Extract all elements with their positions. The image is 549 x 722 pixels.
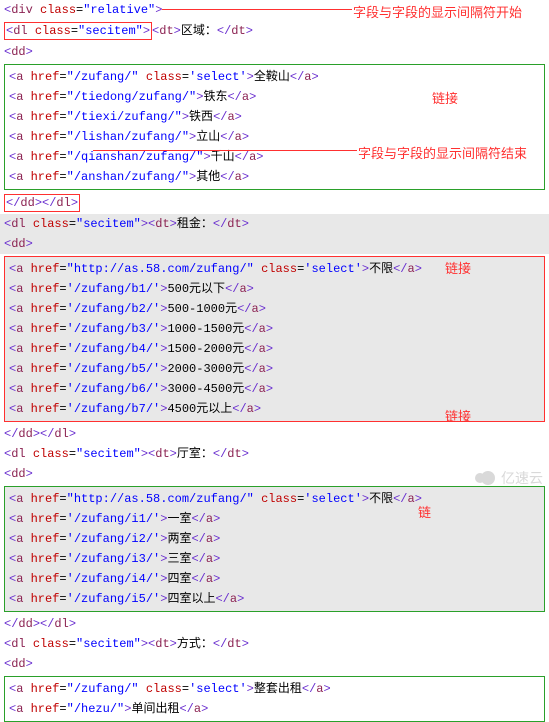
code-line: <a href="/tiexi/zufang/">铁西</a> [7,107,542,127]
watermark-text: 亿速云 [501,468,543,488]
code-line: <a href='/zufang/b2/'>500-1000元</a> [7,299,542,319]
code-line: <a href='/zufang/b1/'>500元以下</a> [7,279,542,299]
code-line: <a href='/zufang/i2/'>两室</a> [7,529,542,549]
code-line: <a href="/anshan/zufang/">其他</a> [7,167,542,187]
code-line: <a href="/hezu/">单间出租</a> [7,699,542,719]
code-line: <a href='/zufang/b6/'>3000-4500元</a> [7,379,542,399]
code-line: <a href="/zufang/" class='select'>全鞍山</a… [7,67,542,87]
code-line: <dl class="secitem"> <dt>区域：</dt> [0,20,549,42]
link-block-4: <a href="/zufang/" class='select'>整套出租</… [4,676,545,722]
code-line: <a href="http://as.58.com/zufang/" class… [7,489,542,509]
link-block-2: <a href="http://as.58.com/zufang/" class… [4,256,545,422]
code-line: <a href='/zufang/b4/'>1500-2000元</a> [7,339,542,359]
highlight-box: </dd></dl> [4,194,80,212]
code-line: <dl class="secitem"><dt>租金：</dt> [0,214,549,234]
code-line: <dd> [0,654,549,674]
code-line: <dl class="secitem"><dt>厅室：</dt> [0,444,549,464]
code-line: </dd></dl> [0,424,549,444]
link-block-3: <a href="http://as.58.com/zufang/" class… [4,486,545,612]
watermark: 亿速云 [475,468,543,488]
code-line: <a href="/tiedong/zufang/">铁东</a> [7,87,542,107]
code-line: <a href='/zufang/i4/'>四室</a> [7,569,542,589]
code-line: <a href='/zufang/i3/'>三室</a> [7,549,542,569]
annotation-link-4: 链 [418,502,431,521]
annotation-line [162,9,352,10]
code-line: <dd> [0,464,549,484]
cloud-icon [475,471,497,485]
link-block-1: <a href="/zufang/" class='select'>全鞍山</a… [4,64,545,190]
code-line: <a href='/zufang/b3/'>1000-1500元</a> [7,319,542,339]
annotation-line [93,150,357,151]
annotation-link-2: 链接 [445,258,471,277]
code-line: <a href='/zufang/b5/'>2000-3000元</a> [7,359,542,379]
code-line: <dd> [0,234,549,254]
annotation-sep-end: 字段与字段的显示间隔符结束 [358,143,527,162]
annotation-sep-start: 字段与字段的显示间隔符开始 [353,2,522,21]
highlight-box: <dl class="secitem"> [4,22,152,40]
code-line: <a href="/zufang/" class='select'>整套出租</… [7,679,542,699]
code-line: </dd></dl> [0,192,549,214]
code-line: <a href='/zufang/i1/'>一室</a> [7,509,542,529]
annotation-link-3: 链接 [445,406,471,425]
code-line: <dd> [0,42,549,62]
code-line: <dl class="secitem"><dt>方式：</dt> [0,634,549,654]
code-line: </dd></dl> [0,614,549,634]
annotation-link-1: 链接 [432,88,458,107]
code-line: <a href='/zufang/i5/'>四室以上</a> [7,589,542,609]
